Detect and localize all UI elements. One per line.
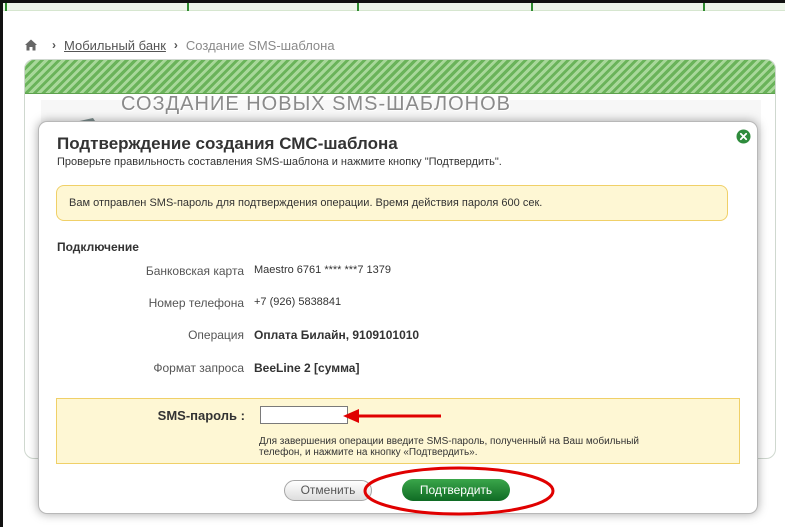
detail-label: Банковская карта (145, 264, 244, 278)
sms-password-label: SMS-пароль : (157, 408, 245, 423)
top-nav-strip (3, 3, 785, 11)
breadcrumb: › Мобильный банк › Создание SMS-шаблона (24, 36, 335, 54)
breadcrumb-current: Создание SMS-шаблона (185, 37, 335, 53)
dialog-title: Подтверждение создания СМС-шаблона (57, 134, 398, 153)
sms-password-input[interactable] (260, 406, 348, 424)
detail-row-phone: Номер телефона +7 (926) 5838841 (39, 296, 739, 312)
detail-label: Операция (188, 328, 244, 342)
window-frame-left (0, 0, 3, 527)
detail-value: BeeLine 2 [сумма] (254, 361, 360, 375)
sms-sent-notice: Вам отправлен SMS-пароль для подтвержден… (56, 185, 728, 221)
confirmation-dialog: Подтверждение создания СМС-шаблона Прове… (38, 121, 758, 516)
confirm-button[interactable]: Подтвердить (402, 479, 510, 501)
detail-row-request-format: Формат запроса BeeLine 2 [сумма] (39, 361, 739, 377)
detail-label: Номер телефона (148, 296, 244, 310)
close-icon[interactable] (736, 129, 751, 144)
cancel-button[interactable]: Отменить (284, 480, 372, 501)
background-panel-header (25, 60, 775, 94)
background-section-title: СОЗДАНИЕ НОВЫХ SMS-ШАБЛОНОВ (121, 93, 511, 115)
breadcrumb-separator-icon: › (52, 38, 56, 52)
detail-value: Maestro 6761 **** ***7 1379 (254, 264, 391, 276)
breadcrumb-link-mobile-bank[interactable]: Мобильный банк (64, 38, 166, 53)
detail-label: Формат запроса (153, 361, 244, 375)
detail-row-card: Банковская карта Maestro 6761 **** ***7 … (39, 264, 739, 280)
detail-value: Оплата Билайн, 9109101010 (254, 328, 420, 342)
home-icon[interactable] (24, 38, 38, 52)
detail-row-operation: Операция Оплата Билайн, 9109101010 (39, 328, 739, 344)
sms-password-hint: Для завершения операции введите SMS-паро… (259, 436, 640, 458)
breadcrumb-separator-icon: › (173, 38, 178, 52)
dialog-subtitle: Проверьте правильность составления SMS-ш… (57, 156, 502, 168)
detail-value: +7 (926) 5838841 (254, 296, 342, 308)
red-arrow-annotation-icon (343, 409, 441, 423)
connection-section-label: Подключение (57, 240, 139, 254)
sms-password-block: SMS-пароль : Для завершения операции вве… (56, 398, 740, 464)
